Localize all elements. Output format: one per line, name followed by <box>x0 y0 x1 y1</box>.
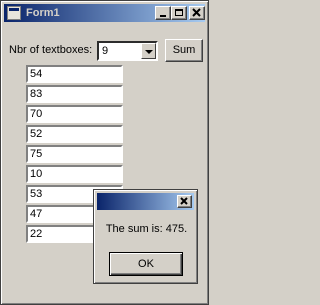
app-icon <box>7 6 21 20</box>
textbox-value: 70 <box>30 108 43 120</box>
textbox-count-label: Nbr of textboxes: <box>9 44 93 56</box>
textbox-value: 52 <box>30 128 43 140</box>
textbox-6[interactable]: 10 <box>26 165 123 183</box>
main-window: Form1 Nbr of textboxes: 9 Sum 54 83 70 5… <box>0 0 209 305</box>
window-title: Form1 <box>26 7 60 19</box>
message-box-close-button[interactable] <box>177 195 192 208</box>
combo-value: 9 <box>102 45 109 57</box>
textbox-2[interactable]: 83 <box>26 85 123 103</box>
textbox-value: 54 <box>30 68 43 80</box>
textbox-value: 47 <box>30 208 43 220</box>
textbox-count-combo[interactable]: 9 <box>97 41 158 61</box>
close-icon <box>192 8 201 17</box>
ok-button[interactable]: OK <box>109 252 183 276</box>
message-box: The sum is: 475. OK <box>93 189 198 284</box>
title-bar[interactable]: Form1 <box>4 4 205 22</box>
textbox-value: 83 <box>30 88 43 100</box>
message-box-title-bar[interactable] <box>97 193 194 210</box>
textbox-value: 10 <box>30 168 43 180</box>
message-text: The sum is: 475. <box>105 223 188 235</box>
minimize-button[interactable] <box>155 6 171 20</box>
sum-button[interactable]: Sum <box>165 39 203 62</box>
textbox-1[interactable]: 54 <box>26 65 123 83</box>
textbox-value: 75 <box>30 148 43 160</box>
maximize-button[interactable] <box>171 6 187 20</box>
textbox-value: 22 <box>30 228 43 240</box>
textbox-value: 53 <box>30 188 43 200</box>
textbox-4[interactable]: 52 <box>26 125 123 143</box>
textbox-5[interactable]: 75 <box>26 145 123 163</box>
textbox-3[interactable]: 70 <box>26 105 123 123</box>
chevron-down-icon[interactable] <box>141 43 156 59</box>
close-button[interactable] <box>189 6 205 20</box>
close-icon <box>180 197 188 205</box>
